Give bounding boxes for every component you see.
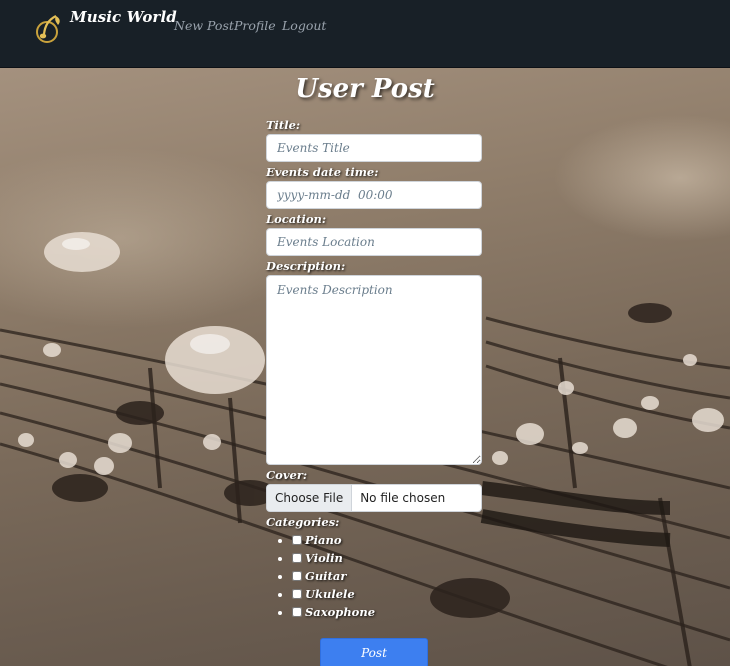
nav-logout[interactable]: Logout [282,18,326,33]
post-form: Title: Events date time: Location: Descr… [266,118,482,623]
cover-file-input[interactable]: Choose File No file chosen [266,484,482,512]
category-label-guitar: Guitar [305,569,347,583]
category-item-violin: Violin [292,551,482,569]
datetime-input[interactable] [266,181,482,209]
choose-file-button[interactable]: Choose File [267,485,353,511]
category-checkbox-ukulele[interactable] [292,589,302,599]
categories-list: Piano Violin Guitar Ukulele Saxophone [266,533,482,623]
music-note-logo-icon[interactable] [34,12,64,46]
category-item-saxophone: Saxophone [292,605,482,623]
background-image: User Post Title: Events date time: Locat… [0,68,730,666]
description-textarea[interactable] [266,275,482,465]
category-checkbox-guitar[interactable] [292,571,302,581]
categories-label: Categories: [266,515,340,529]
category-label-ukulele: Ukulele [305,587,355,601]
description-label: Description: [266,259,346,273]
brand-name[interactable]: Music World [70,8,177,26]
page-title: User Post [295,74,435,104]
category-label-piano: Piano [305,533,342,547]
nav-new-post[interactable]: New Post [174,18,234,33]
cover-label: Cover: [266,468,308,482]
navbar: Music World New Post Profile Logout [0,0,730,68]
location-input[interactable] [266,228,482,256]
category-checkbox-piano[interactable] [292,535,302,545]
datetime-label: Events date time: [266,165,379,179]
title-input[interactable] [266,134,482,162]
file-status-text: No file chosen [360,491,446,505]
category-item-piano: Piano [292,533,482,551]
post-submit-button[interactable]: Post [320,638,428,666]
category-item-guitar: Guitar [292,569,482,587]
category-item-ukulele: Ukulele [292,587,482,605]
nav-profile[interactable]: Profile [234,18,276,33]
title-label: Title: [266,118,301,132]
category-label-saxophone: Saxophone [305,605,376,619]
category-checkbox-violin[interactable] [292,553,302,563]
location-label: Location: [266,212,327,226]
category-label-violin: Violin [305,551,343,565]
category-checkbox-saxophone[interactable] [292,607,302,617]
